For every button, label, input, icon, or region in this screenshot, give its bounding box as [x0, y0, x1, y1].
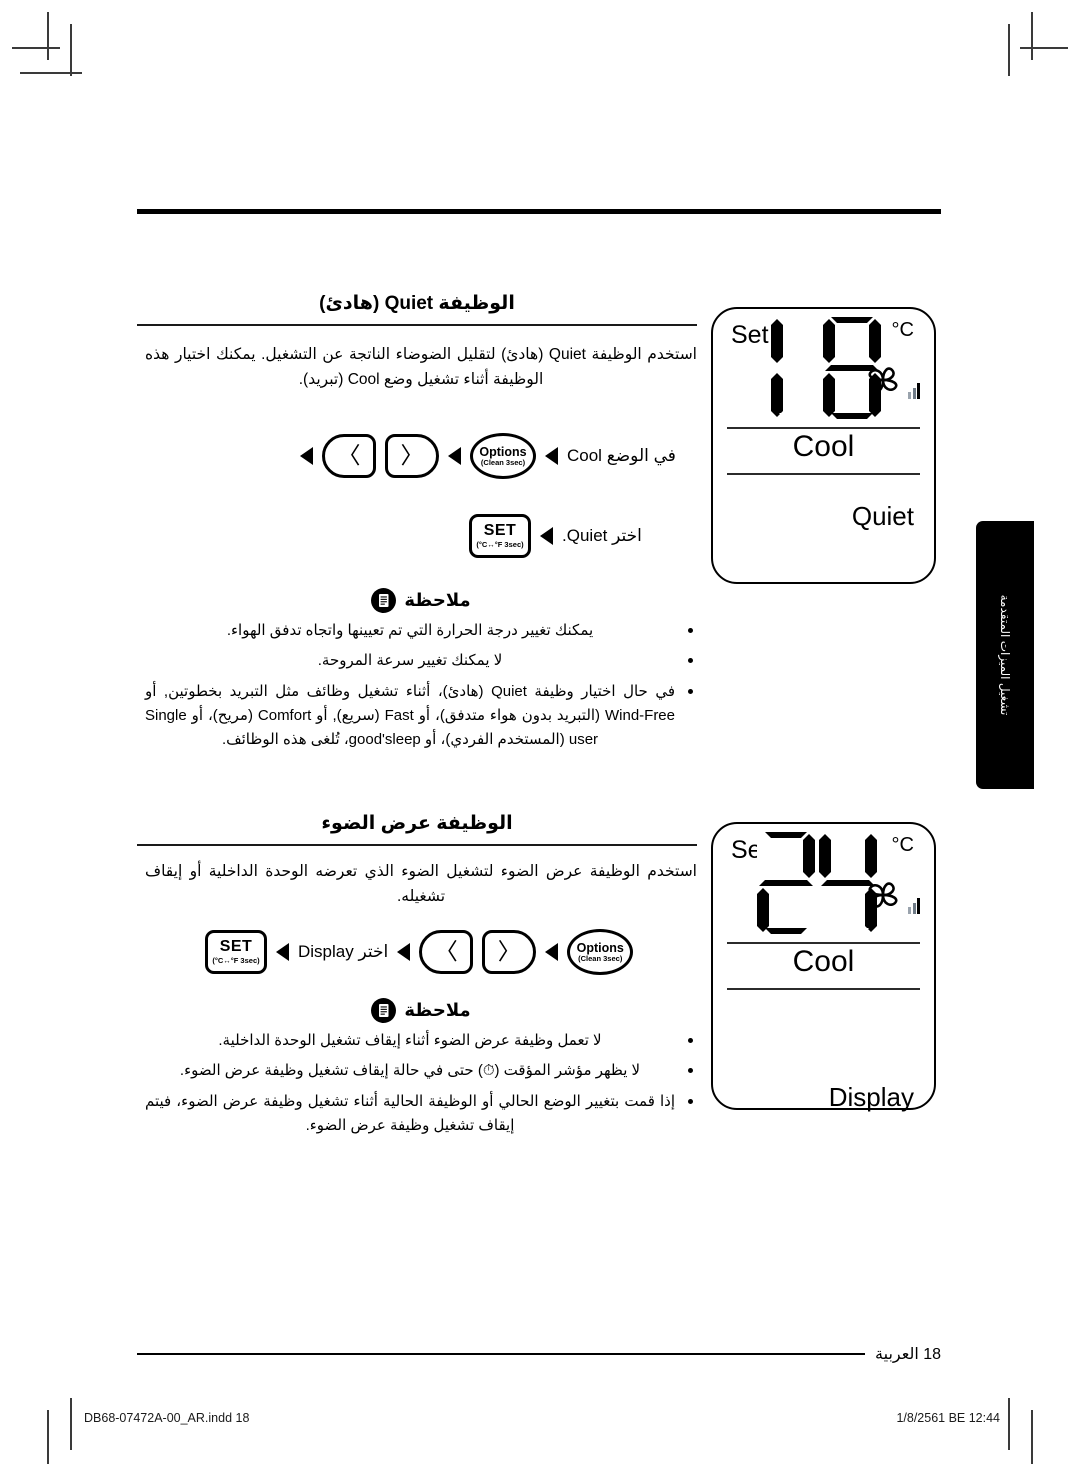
section-1-step-2-label: اختر Quiet. — [562, 526, 642, 545]
options-button-sublabel: (Clean 3sec) — [480, 458, 526, 467]
options-button[interactable]: Options (Clean 3sec) — [567, 929, 634, 975]
section-1-title-rule — [137, 324, 697, 326]
section-2-body-block: استخدم الوظيفة عرض الضوء لتشغيل الضوء ال… — [145, 859, 697, 909]
display-fan-indicator — [862, 878, 920, 914]
chapter-side-tab-label: تشغيل الميزات المتقدمة — [998, 594, 1012, 716]
chapter-side-tab: تشغيل الميزات المتقدمة — [976, 521, 1034, 789]
display-unit-label: °C — [891, 319, 914, 341]
note-item: يمكنك تغيير درجة الحرارة التي تم تعيينها… — [145, 619, 697, 643]
note-label: ملاحظة — [404, 590, 471, 610]
note-item: في حال اختيار وظيفة Quiet (هادئ)، أثناء … — [145, 680, 697, 753]
arrow-left-icon — [276, 943, 289, 961]
display-unit-label: °C — [891, 834, 914, 856]
section-2-note: ملاحظة لا تعمل وظيفة عرض الضوء أثناء إيق… — [145, 998, 697, 1144]
crop-mark-top-right-h — [1020, 47, 1068, 49]
display-function-label: Quiet — [851, 501, 914, 531]
section-1-body-block: استخدم الوظيفة Quiet (هادئ) لتقليل الضوض… — [145, 342, 697, 392]
arrow-left-icon — [397, 943, 411, 961]
arrow-left-icon — [448, 447, 461, 465]
options-button-label: Options — [576, 940, 624, 955]
fan-icon — [868, 367, 898, 393]
set-button-label: SET — [483, 522, 517, 540]
options-button-sublabel: (Clean 3sec) — [578, 954, 623, 963]
nav-left-button[interactable]: 〈 — [419, 930, 474, 974]
print-footer-timestamp: 1/8/2561 BE 12:44 — [896, 1411, 1000, 1425]
header-rule — [137, 209, 941, 214]
display-fan-indicator — [862, 363, 920, 399]
crop-mark-top-inner-v — [70, 24, 72, 76]
print-footer: DB68-07472A-00_AR.indd 18 1/8/2561 BE 12… — [0, 1406, 1080, 1436]
crop-mark-top-left-v — [47, 12, 49, 60]
note-item: لا يمكنك تغيير سرعة المروحة. — [145, 649, 697, 673]
section-1-step-1-label: في الوضع Cool — [567, 446, 676, 465]
print-footer-filename: DB68-07472A-00_AR.indd 18 — [84, 1411, 250, 1425]
page-number: 18 العربية — [875, 1346, 941, 1363]
nav-right-button[interactable]: 〉 — [482, 930, 537, 974]
note-document-icon — [371, 588, 397, 613]
section-2-body: استخدم الوظيفة عرض الضوء لتشغيل الضوء ال… — [145, 863, 697, 906]
options-button-label: Options — [479, 444, 527, 459]
note-document-icon — [371, 998, 397, 1023]
arrow-left-icon — [545, 943, 559, 961]
note-header: ملاحظة — [145, 998, 697, 1023]
section-2-title: الوظيفة عرض الضوء — [321, 813, 513, 834]
crop-mark-top-right-v — [1031, 12, 1033, 60]
fan-icon — [868, 882, 898, 908]
note-item: إذا قمت بتغيير الوضع الحالي أو الوظيفة ا… — [145, 1090, 697, 1139]
section-2-step-1-label: اختر Display — [298, 942, 389, 961]
section-2-title-block: الوظيفة عرض الضوء — [137, 812, 697, 846]
note-list: لا تعمل وظيفة عرض الضوء أثناء إيقاف تشغي… — [145, 1029, 697, 1138]
display-mode-label: Cool — [792, 945, 855, 978]
set-button[interactable]: SET (°C↔°F 3sec) — [205, 930, 267, 974]
nav-left-button[interactable]: 〈 — [322, 434, 376, 478]
section-1-title-block: الوظيفة Quiet (هادئ) — [137, 292, 697, 326]
note-header: ملاحظة — [145, 588, 697, 613]
page-footer: 18 العربية — [137, 1344, 941, 1364]
arrow-left-icon — [545, 447, 558, 465]
display-temperature-row: Set °C — [713, 309, 934, 427]
set-button-sublabel: (°C↔°F 3sec) — [476, 540, 524, 550]
note-list: يمكنك تغيير درجة الحرارة التي تم تعيينها… — [145, 619, 697, 752]
chevron-left-icon: 〈 — [337, 442, 361, 469]
chevron-right-icon: 〉 — [400, 442, 424, 469]
note-item: لا يظهر مؤشر المؤقت (⏱) حتى في حالة إيقا… — [145, 1059, 697, 1083]
fan-speed-bars — [908, 381, 920, 399]
arrow-left-icon — [300, 447, 313, 465]
display-divider-2 — [727, 473, 920, 475]
section-1-step-1: 〈 〉 Options (Clean 3sec) في الوضع Cool — [300, 433, 676, 479]
note-item: لا تعمل وظيفة عرض الضوء أثناء إيقاف تشغي… — [145, 1029, 697, 1053]
arrow-left-icon — [540, 527, 553, 545]
crop-mark-top-left-h — [12, 47, 60, 49]
page-footer-rule — [137, 1353, 866, 1355]
section-1-step-2: SET (°C↔°F 3sec) اختر Quiet. — [469, 514, 642, 558]
manual-page: الوظيفة Quiet (هادئ) استخدم الوظيفة Quie… — [0, 0, 1080, 1476]
nav-right-button[interactable]: 〉 — [385, 434, 439, 478]
section-2-title-rule — [137, 844, 697, 846]
options-button[interactable]: Options (Clean 3sec) — [470, 433, 536, 479]
remote-display-light: Set °C Cool Display — [711, 822, 936, 1112]
note-label: ملاحظة — [404, 1000, 471, 1020]
remote-display-quiet: Set °C Cool Quiet — [711, 307, 936, 584]
fan-speed-bars — [908, 896, 920, 914]
display-mode-label: Cool — [792, 430, 855, 463]
display-divider-2 — [727, 988, 920, 990]
section-1-body: استخدم الوظيفة Quiet (هادئ) لتقليل الضوض… — [145, 346, 697, 389]
set-button[interactable]: SET (°C↔°F 3sec) — [469, 514, 531, 558]
set-button-label: SET — [219, 938, 253, 956]
section-2-step-1: SET (°C↔°F 3sec) اختر Display 〈 〉 Option… — [205, 929, 634, 975]
section-1-title: الوظيفة Quiet (هادئ) — [319, 293, 515, 314]
set-button-sublabel: (°C↔°F 3sec) — [212, 956, 260, 966]
crop-mark-top-inner-h — [20, 72, 82, 74]
display-temperature-row: Set °C — [713, 824, 934, 942]
chevron-right-icon: 〉 — [497, 938, 521, 965]
chevron-left-icon: 〈 — [434, 938, 458, 965]
section-1-note: ملاحظة يمكنك تغيير درجة الحرارة التي تم … — [145, 588, 697, 758]
crop-mark-top-right-inner-v — [1008, 24, 1010, 76]
display-function-label: Display — [828, 1082, 914, 1112]
